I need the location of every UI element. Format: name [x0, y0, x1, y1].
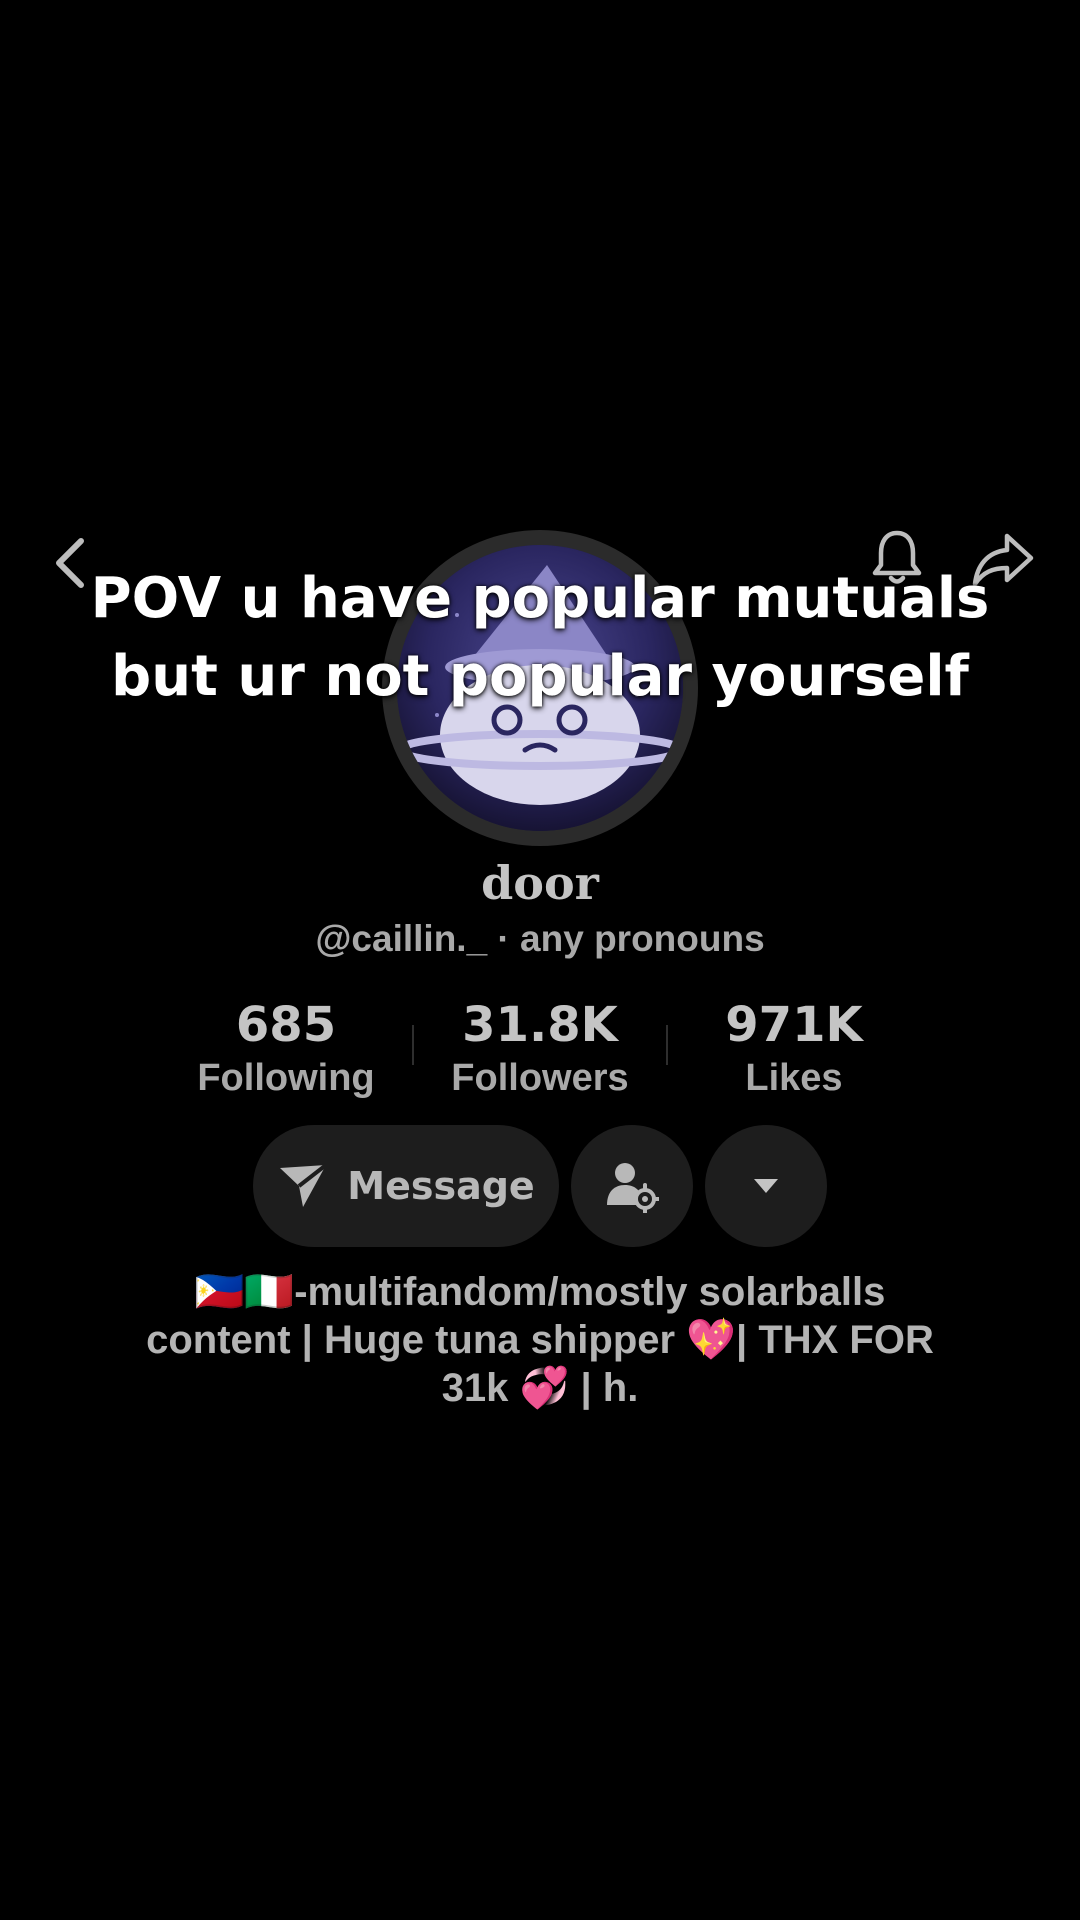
bio-line-3: 31k 💞 | h.	[441, 1366, 639, 1410]
stat-following-count: 685	[235, 997, 337, 1053]
bio-line-2: content | Huge tuna shipper 💖| THX FOR	[146, 1318, 934, 1362]
video-caption-overlay: POV u have popular mutuals but ur not po…	[40, 560, 1040, 716]
profile-actions: Message	[253, 1125, 827, 1247]
caption-line-1: POV u have popular mutuals	[90, 566, 990, 631]
stat-followers[interactable]: 31.8K Followers	[414, 995, 666, 1101]
friend-settings-button[interactable]	[571, 1125, 693, 1247]
stat-likes[interactable]: 971K Likes	[668, 995, 920, 1101]
more-options-button[interactable]	[705, 1125, 827, 1247]
stat-followers-label: Followers	[451, 1057, 629, 1099]
message-button-label: Message	[347, 1164, 535, 1208]
stat-following-label: Following	[197, 1057, 375, 1099]
stat-likes-count: 971K	[725, 997, 863, 1053]
caption-line-2: but ur not popular yourself	[111, 644, 969, 709]
bio-line-1: 🇵🇭🇮🇹-multifandom/mostly solarballs	[194, 1270, 886, 1314]
profile-stats: 685 Following 31.8K Followers 971K Likes	[160, 995, 920, 1105]
username-and-pronouns: @caillin._ · any pronouns	[315, 918, 765, 959]
display-name: door	[481, 856, 599, 910]
profile-bio: 🇵🇭🇮🇹-multifandom/mostly solarballs conte…	[90, 1268, 990, 1412]
send-icon	[280, 1163, 328, 1207]
stat-followers-count: 31.8K	[462, 997, 618, 1053]
message-button[interactable]: Message	[253, 1125, 559, 1247]
caret-down-icon	[754, 1179, 778, 1193]
user-settings-icon	[607, 1163, 659, 1213]
profile-screen: POV u have popular mutuals but ur not po…	[0, 0, 1080, 1920]
stat-likes-label: Likes	[745, 1057, 843, 1099]
stat-following[interactable]: 685 Following	[160, 995, 412, 1101]
